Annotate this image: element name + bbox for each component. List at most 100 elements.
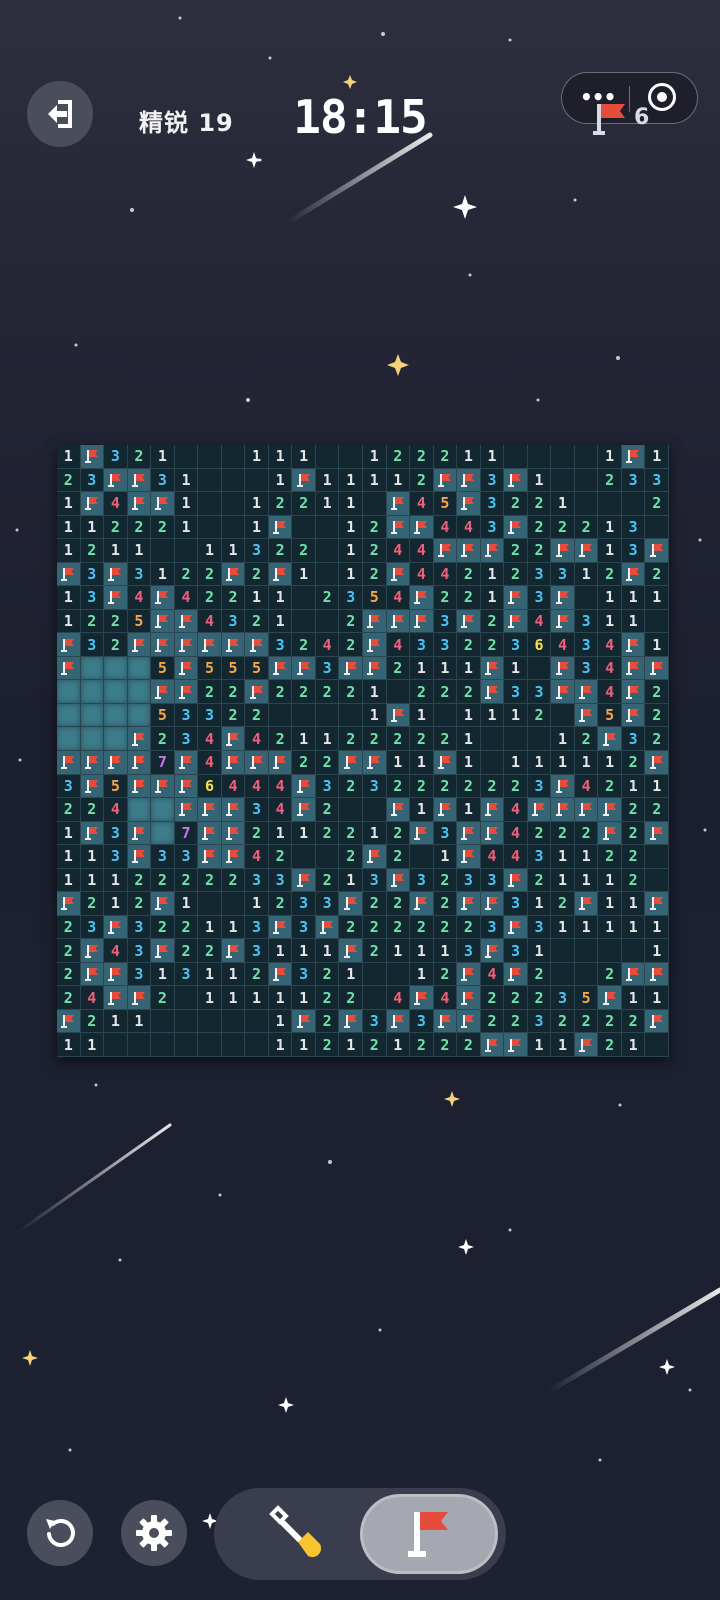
number-cell[interactable]: 1 <box>410 962 434 987</box>
empty-cell[interactable] <box>480 727 505 751</box>
empty-cell[interactable] <box>527 445 552 469</box>
flagged-cell[interactable] <box>504 609 528 634</box>
flagged-cell[interactable] <box>151 892 175 916</box>
empty-cell[interactable] <box>574 586 599 610</box>
flagged-cell[interactable] <box>457 845 481 869</box>
empty-cell[interactable] <box>315 515 340 540</box>
number-cell[interactable]: 1 <box>598 445 622 469</box>
number-cell[interactable]: 5 <box>245 656 269 681</box>
number-cell[interactable]: 3 <box>551 562 575 587</box>
flagged-cell[interactable] <box>645 656 669 681</box>
flagged-cell[interactable] <box>268 751 293 775</box>
flagged-cell[interactable] <box>104 962 128 987</box>
number-cell[interactable]: 4 <box>480 962 505 987</box>
number-cell[interactable]: 2 <box>386 445 411 469</box>
flagged-cell[interactable] <box>127 492 152 516</box>
number-cell[interactable]: 2 <box>645 727 669 751</box>
number-cell[interactable]: 3 <box>339 586 363 610</box>
number-cell[interactable]: 1 <box>504 656 528 681</box>
empty-cell[interactable] <box>315 445 340 469</box>
number-cell[interactable]: 2 <box>315 1033 340 1057</box>
flagged-cell[interactable] <box>410 986 434 1010</box>
number-cell[interactable]: 2 <box>504 1009 528 1034</box>
empty-cell[interactable] <box>433 703 458 728</box>
empty-cell[interactable] <box>621 939 646 963</box>
number-cell[interactable]: 2 <box>645 798 669 822</box>
number-cell[interactable]: 1 <box>574 751 599 775</box>
empty-cell[interactable] <box>551 703 575 728</box>
flagged-cell[interactable] <box>363 633 387 657</box>
number-cell[interactable]: 1 <box>645 633 669 657</box>
number-cell[interactable]: 1 <box>386 468 411 493</box>
number-cell[interactable]: 2 <box>527 492 552 516</box>
number-cell[interactable]: 2 <box>480 986 505 1010</box>
empty-cell[interactable] <box>574 468 599 493</box>
flagged-cell[interactable] <box>151 680 175 704</box>
number-cell[interactable]: 2 <box>339 986 363 1010</box>
flagged-cell[interactable] <box>174 774 199 799</box>
dig-mode-button[interactable] <box>254 1502 334 1566</box>
number-cell[interactable]: 4 <box>551 633 575 657</box>
flagged-cell[interactable] <box>574 1033 599 1057</box>
number-cell[interactable]: 4 <box>198 727 222 751</box>
empty-cell[interactable] <box>221 515 246 540</box>
number-cell[interactable]: 2 <box>80 609 105 634</box>
number-cell[interactable]: 2 <box>527 703 552 728</box>
flagged-cell[interactable] <box>504 468 528 493</box>
number-cell[interactable]: 1 <box>410 751 434 775</box>
number-cell[interactable]: 1 <box>57 515 81 540</box>
empty-cell[interactable] <box>151 1009 175 1034</box>
number-cell[interactable]: 1 <box>598 868 622 893</box>
number-cell[interactable]: 1 <box>339 515 363 540</box>
number-cell[interactable]: 1 <box>292 986 316 1010</box>
number-cell[interactable]: 1 <box>551 868 575 893</box>
number-cell[interactable]: 3 <box>527 586 552 610</box>
number-cell[interactable]: 3 <box>104 821 128 846</box>
flagged-cell[interactable] <box>57 562 81 587</box>
empty-cell[interactable] <box>127 1033 152 1057</box>
number-cell[interactable]: 3 <box>292 915 316 940</box>
number-cell[interactable]: 4 <box>245 845 269 869</box>
number-cell[interactable]: 1 <box>315 468 340 493</box>
flagged-cell[interactable] <box>621 962 646 987</box>
empty-cell[interactable] <box>221 1033 246 1057</box>
flagged-cell[interactable] <box>504 586 528 610</box>
empty-cell[interactable] <box>245 1033 269 1057</box>
number-cell[interactable]: 1 <box>174 892 199 916</box>
flagged-cell[interactable] <box>457 492 481 516</box>
empty-cell[interactable] <box>315 845 340 869</box>
number-cell[interactable]: 1 <box>598 586 622 610</box>
number-cell[interactable]: 2 <box>457 562 481 587</box>
number-cell[interactable]: 2 <box>527 821 552 846</box>
empty-cell[interactable] <box>245 1009 269 1034</box>
number-cell[interactable]: 1 <box>339 1033 363 1057</box>
flagged-cell[interactable] <box>621 633 646 657</box>
number-cell[interactable]: 1 <box>174 492 199 516</box>
flagged-cell[interactable] <box>386 703 411 728</box>
number-cell[interactable]: 2 <box>480 633 505 657</box>
hidden-cell[interactable] <box>104 727 128 751</box>
number-cell[interactable]: 1 <box>339 868 363 893</box>
empty-cell[interactable] <box>198 468 222 493</box>
number-cell[interactable]: 4 <box>527 609 552 634</box>
empty-cell[interactable] <box>198 492 222 516</box>
number-cell[interactable]: 2 <box>621 798 646 822</box>
empty-cell[interactable] <box>198 445 222 469</box>
number-cell[interactable]: 2 <box>457 1033 481 1057</box>
number-cell[interactable]: 2 <box>221 703 246 728</box>
number-cell[interactable]: 1 <box>268 586 293 610</box>
number-cell[interactable]: 3 <box>363 774 387 799</box>
number-cell[interactable]: 3 <box>574 633 599 657</box>
number-cell[interactable]: 2 <box>433 915 458 940</box>
flagged-cell[interactable] <box>598 798 622 822</box>
number-cell[interactable]: 1 <box>363 703 387 728</box>
number-cell[interactable]: 1 <box>292 821 316 846</box>
number-cell[interactable]: 2 <box>339 633 363 657</box>
number-cell[interactable]: 2 <box>551 515 575 540</box>
number-cell[interactable]: 1 <box>221 962 246 987</box>
number-cell[interactable]: 2 <box>645 680 669 704</box>
number-cell[interactable]: 2 <box>57 962 81 987</box>
hidden-cell[interactable] <box>127 680 152 704</box>
number-cell[interactable]: 1 <box>151 445 175 469</box>
number-cell[interactable]: 2 <box>598 1033 622 1057</box>
